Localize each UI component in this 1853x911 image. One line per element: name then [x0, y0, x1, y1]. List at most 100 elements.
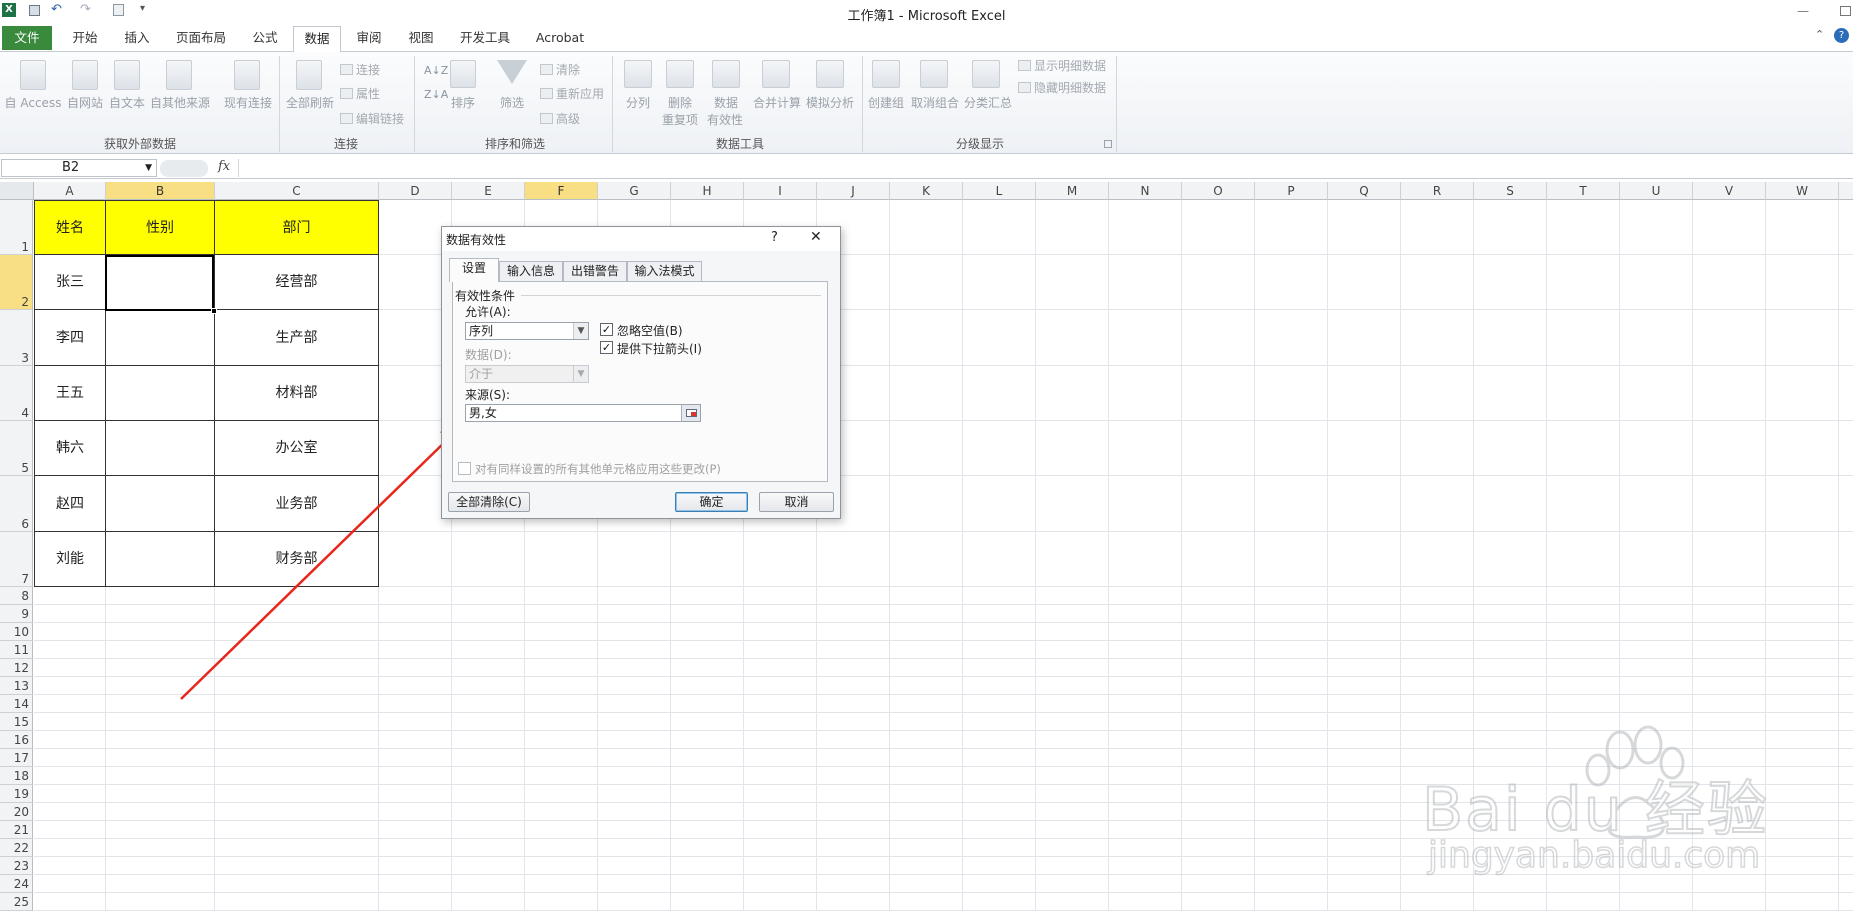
column-header[interactable]: X — [1839, 182, 1853, 200]
row-header[interactable]: 1 — [0, 200, 33, 255]
row-header[interactable]: 23 — [0, 857, 33, 875]
column-header[interactable]: N — [1109, 182, 1182, 200]
tab-input-message[interactable]: 输入信息 — [499, 261, 563, 281]
from-text-button[interactable]: 自文本 — [106, 94, 148, 111]
column-header[interactable]: V — [1693, 182, 1766, 200]
row-header[interactable]: 24 — [0, 875, 33, 893]
table-header-cell[interactable]: 部门 — [215, 200, 379, 255]
formula-input[interactable] — [238, 159, 1850, 177]
allow-dropdown[interactable]: 序列 ▼ — [465, 322, 589, 340]
remove-duplicates-button[interactable]: 删除 — [660, 94, 700, 111]
consolidate-button[interactable]: 合并计算 — [750, 94, 804, 111]
connections-button[interactable]: 连接 — [340, 61, 380, 78]
row-header[interactable]: 8 — [0, 587, 33, 605]
name-box[interactable]: B2 ▼ — [1, 159, 157, 177]
table-cell[interactable]: 经营部 — [215, 255, 379, 310]
row-header[interactable]: 20 — [0, 803, 33, 821]
column-header[interactable]: O — [1182, 182, 1255, 200]
column-header[interactable]: R — [1401, 182, 1474, 200]
table-cell[interactable] — [106, 532, 215, 587]
table-cell[interactable] — [106, 421, 215, 476]
data-validation-button[interactable]: 数据 — [706, 94, 746, 111]
column-header[interactable]: I — [744, 182, 817, 200]
row-header[interactable]: 13 — [0, 677, 33, 695]
row-header[interactable]: 7 — [0, 532, 33, 587]
advanced-filter-button[interactable]: 高级 — [540, 110, 580, 127]
restore-icon[interactable] — [1840, 6, 1851, 16]
ignore-blank-checkbox[interactable]: ✓ — [600, 323, 613, 336]
row-header[interactable]: 15 — [0, 713, 33, 731]
table-cell[interactable]: 办公室 — [215, 421, 379, 476]
tab-acrobat[interactable]: Acrobat — [526, 26, 594, 50]
subtotal-button[interactable]: 分类汇总 — [962, 94, 1014, 111]
from-web-button[interactable]: 自网站 — [64, 94, 106, 111]
row-header[interactable]: 22 — [0, 839, 33, 857]
fill-handle[interactable] — [211, 308, 217, 314]
tab-settings[interactable]: 设置 — [449, 258, 499, 282]
tab-page-layout[interactable]: 页面布局 — [166, 26, 236, 50]
table-cell[interactable]: 材料部 — [215, 366, 379, 421]
column-header[interactable]: W — [1766, 182, 1839, 200]
sort-descending-icon[interactable]: Z↓A — [424, 88, 448, 101]
row-header[interactable]: 10 — [0, 623, 33, 641]
column-header[interactable]: A — [34, 182, 106, 200]
tab-error-alert[interactable]: 出错警告 — [563, 261, 627, 281]
row-header[interactable]: 4 — [0, 366, 33, 421]
table-header-cell[interactable]: 性别 — [106, 200, 215, 255]
table-cell[interactable] — [106, 310, 215, 366]
column-header[interactable]: Q — [1328, 182, 1401, 200]
clear-filter-button[interactable]: 清除 — [540, 61, 580, 78]
filter-button[interactable]: 筛选 — [494, 94, 530, 111]
source-input[interactable]: 男,女 — [465, 404, 701, 422]
row-header[interactable]: 21 — [0, 821, 33, 839]
tab-data[interactable]: 数据 — [293, 26, 341, 53]
tab-home[interactable]: 开始 — [62, 26, 108, 50]
table-cell[interactable]: 业务部 — [215, 476, 379, 532]
hide-detail-button[interactable]: 隐藏明细数据 — [1018, 79, 1106, 96]
column-header[interactable]: B — [106, 182, 215, 200]
tab-view[interactable]: 视图 — [398, 26, 444, 50]
in-cell-dropdown-checkbox[interactable]: ✓ — [600, 341, 613, 354]
tab-review[interactable]: 审阅 — [346, 26, 392, 50]
edit-links-button[interactable]: 编辑链接 — [340, 110, 404, 127]
table-cell[interactable]: 王五 — [34, 366, 106, 421]
row-header[interactable]: 9 — [0, 605, 33, 623]
from-access-button[interactable]: 自 Access — [4, 94, 62, 111]
show-detail-button[interactable]: 显示明细数据 — [1018, 57, 1106, 74]
column-header[interactable]: L — [963, 182, 1036, 200]
table-cell[interactable]: 刘能 — [34, 532, 106, 587]
column-header[interactable]: T — [1547, 182, 1620, 200]
column-header[interactable]: F — [525, 182, 598, 200]
tab-insert[interactable]: 插入 — [114, 26, 160, 50]
help-icon[interactable]: ? — [1834, 28, 1849, 43]
table-cell[interactable]: 财务部 — [215, 532, 379, 587]
column-header[interactable]: H — [671, 182, 744, 200]
column-header[interactable]: J — [817, 182, 890, 200]
properties-button[interactable]: 属性 — [340, 85, 380, 102]
insert-function-icon[interactable]: fx — [218, 159, 230, 174]
ok-button[interactable]: 确定 — [675, 492, 748, 512]
close-icon[interactable]: ✕ — [810, 229, 822, 245]
minimize-icon[interactable]: — — [1797, 4, 1809, 18]
sort-button[interactable]: 排序 — [446, 94, 480, 111]
group-button[interactable]: 创建组 — [864, 94, 908, 111]
column-header[interactable]: U — [1620, 182, 1693, 200]
table-cell[interactable] — [106, 366, 215, 421]
cancel-button[interactable]: 取消 — [759, 492, 834, 512]
column-header[interactable]: G — [598, 182, 671, 200]
row-header[interactable]: 17 — [0, 749, 33, 767]
row-header[interactable]: 3 — [0, 310, 33, 366]
what-if-analysis-button[interactable]: 模拟分析 — [802, 94, 858, 111]
existing-connections-button[interactable]: 现有连接 — [220, 94, 276, 111]
table-cell[interactable] — [106, 476, 215, 532]
text-to-columns-button[interactable]: 分列 — [620, 94, 656, 111]
dialog-help-button[interactable]: ? — [771, 230, 778, 245]
table-header-cell[interactable]: 姓名 — [34, 200, 106, 255]
row-header[interactable]: 19 — [0, 785, 33, 803]
column-header[interactable]: E — [452, 182, 525, 200]
range-selector-icon[interactable] — [681, 405, 700, 421]
active-cell-b2[interactable] — [105, 255, 214, 311]
tab-developer[interactable]: 开发工具 — [450, 26, 520, 50]
ungroup-button[interactable]: 取消组合 — [908, 94, 962, 111]
tab-formulas[interactable]: 公式 — [242, 26, 288, 50]
